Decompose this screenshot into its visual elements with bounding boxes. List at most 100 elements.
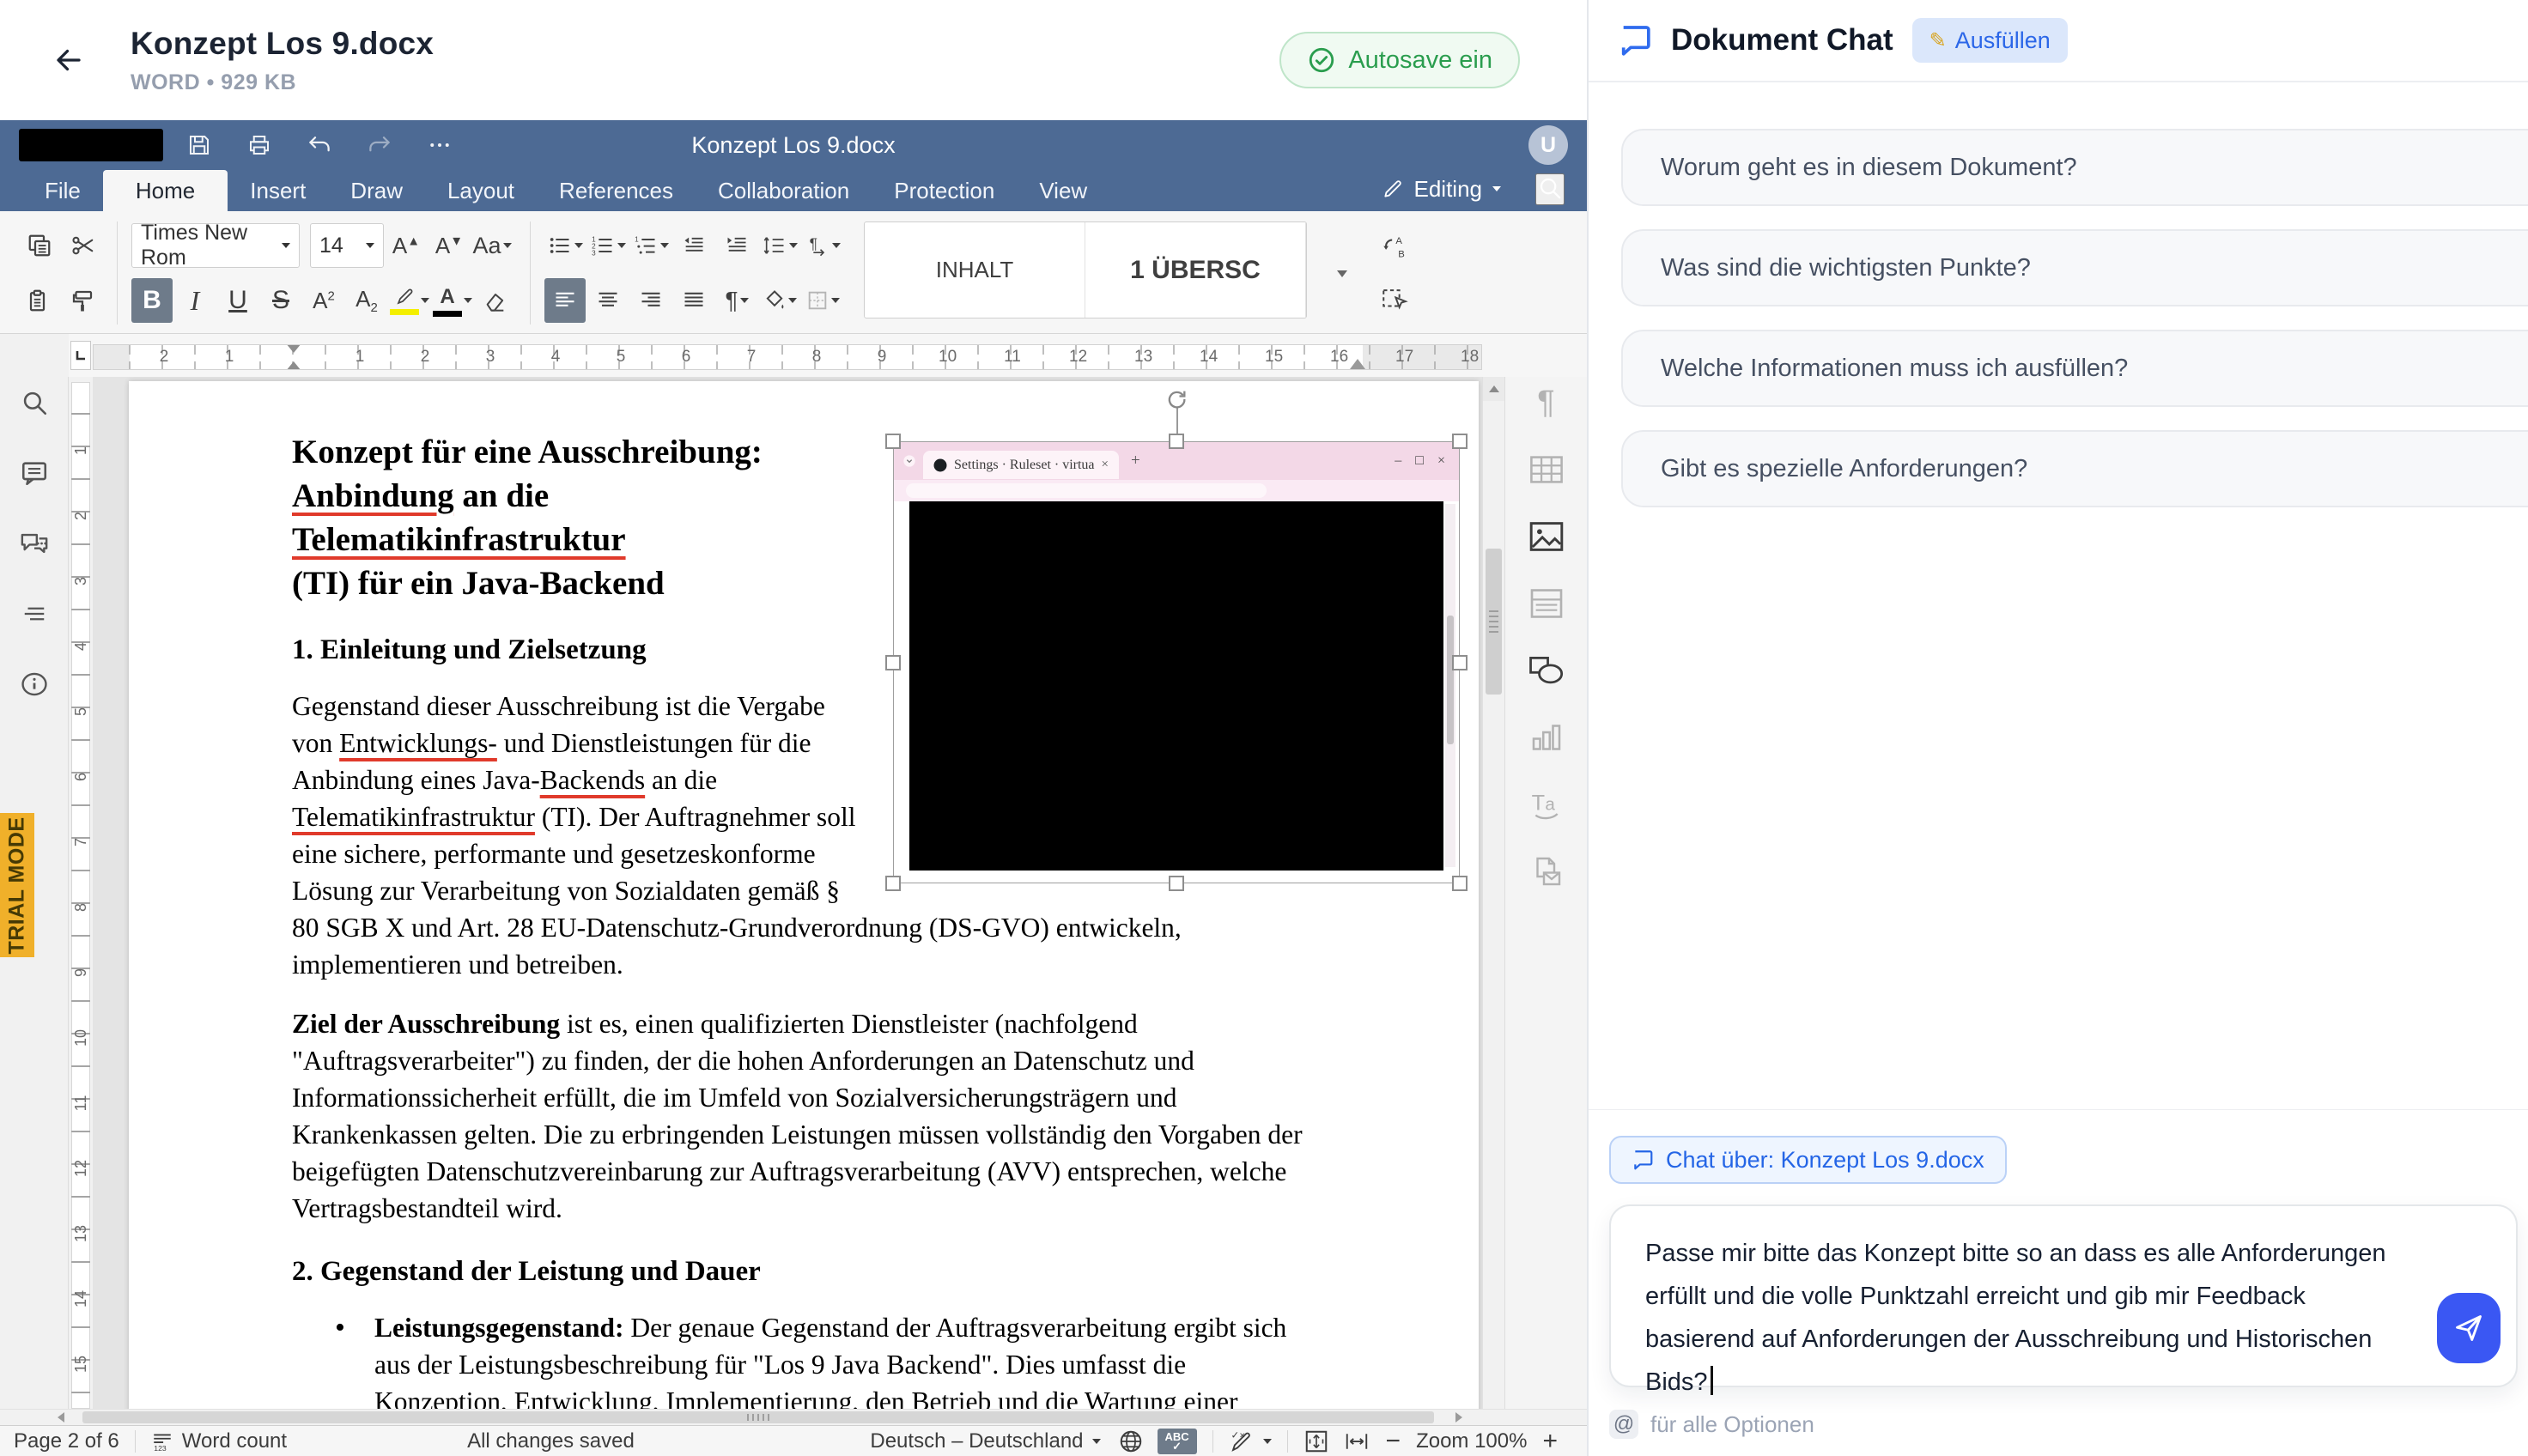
editing-mode-button[interactable]: Editing (1382, 176, 1501, 203)
suggestion-bubble[interactable]: Welche Informationen muss ich ausfüllen? (1621, 330, 2528, 407)
back-button[interactable] (45, 36, 93, 84)
numbered-list-button[interactable]: 123 (587, 223, 629, 268)
document-page[interactable]: Settings · Ruleset · virtua × + – □ × Ko… (129, 381, 1479, 1409)
superscript-button[interactable]: A2 (303, 278, 344, 323)
paragraph-settings-button[interactable]: ¶ (1527, 385, 1566, 421)
scroll-right-button[interactable] (1448, 1410, 1470, 1425)
change-case-button[interactable]: Aa (471, 223, 513, 268)
resize-handle-e[interactable] (1452, 654, 1468, 670)
word-count-button[interactable]: 123 Word count (151, 1429, 287, 1453)
redo-button[interactable] (356, 126, 404, 164)
font-name-select[interactable]: Times New Rom (131, 221, 300, 270)
language-select[interactable]: Deutsch – Deutschland (870, 1429, 1101, 1453)
resize-handle-w[interactable] (885, 654, 901, 670)
subscript-button[interactable]: A2 (346, 278, 387, 323)
image-settings-button[interactable] (1527, 519, 1566, 554)
mail-merge-settings-button[interactable] (1527, 854, 1566, 889)
highlight-color-button[interactable] (389, 278, 430, 323)
search-button[interactable] (1535, 173, 1565, 205)
decrease-font-button[interactable]: A▼ (428, 223, 470, 268)
resize-handle-s[interactable] (1169, 876, 1184, 891)
send-button[interactable] (2437, 1293, 2501, 1363)
styles-gallery-expand[interactable] (1316, 218, 1369, 328)
format-painter-button[interactable] (62, 278, 103, 323)
resize-handle-se[interactable] (1452, 876, 1468, 891)
find-button[interactable] (15, 385, 54, 420)
resize-handle-ne[interactable] (1452, 434, 1468, 449)
suggestion-bubble[interactable]: Was sind die wichtigsten Punkte? (1621, 229, 2528, 306)
justify-button[interactable] (673, 278, 714, 323)
copy-button[interactable] (19, 223, 60, 268)
menu-tab[interactable]: Collaboration (696, 170, 872, 211)
track-changes-button[interactable]: ✓ × (1229, 1429, 1272, 1454)
horizontal-ruler[interactable]: 2 1 1 2 3 4 5 6 7 8 9 10 11 12 13 14 15 16 17 18 (93, 344, 1482, 370)
decrease-indent-button[interactable] (673, 223, 714, 268)
increase-font-button[interactable]: A▲ (386, 223, 427, 268)
set-language-button[interactable] (1118, 1429, 1144, 1454)
autosave-badge[interactable]: Autosave ein (1279, 32, 1520, 88)
borders-button[interactable] (802, 278, 843, 323)
vertical-ruler[interactable]: 1 2 3 4 5 6 7 8 9 10 11 12 13 14 15 (69, 377, 93, 1409)
scroll-left-button[interactable] (50, 1410, 72, 1425)
about-button[interactable] (15, 667, 54, 701)
fill-document-button[interactable]: ✎ Ausfüllen (1911, 18, 2068, 63)
align-center-button[interactable] (587, 278, 629, 323)
resize-handle-nw[interactable] (885, 434, 901, 449)
save-button[interactable] (175, 126, 223, 164)
line-spacing-button[interactable] (759, 223, 800, 268)
comments-button[interactable] (15, 456, 54, 490)
tab-stop-selector[interactable] (69, 334, 93, 377)
menu-tab[interactable]: Layout (425, 170, 537, 211)
print-button[interactable] (235, 126, 283, 164)
embedded-screenshot[interactable]: Settings · Ruleset · virtua × + – □ × (885, 391, 1468, 891)
bold-button[interactable]: B (131, 278, 173, 323)
chat-input[interactable]: Passe mir bitte das Konzept bitte so an … (1645, 1232, 2413, 1404)
underline-button[interactable]: U (217, 278, 258, 323)
user-avatar[interactable]: U (1528, 125, 1568, 165)
strikethrough-button[interactable]: S (260, 278, 301, 323)
style-preset[interactable]: 1 ÜBERSC (1085, 222, 1306, 318)
suggestion-bubble[interactable]: Worum geht es in diesem Dokument? (1621, 129, 2528, 206)
align-right-button[interactable] (630, 278, 672, 323)
fit-page-button[interactable] (1304, 1429, 1329, 1454)
text-art-settings-button[interactable]: Ta (1527, 787, 1566, 822)
replace-button[interactable]: AB (1374, 225, 1415, 270)
shading-button[interactable] (759, 278, 800, 323)
navigation-headings-button[interactable] (15, 597, 54, 631)
zoom-out-button[interactable]: − (1386, 1427, 1401, 1456)
shape-settings-button[interactable] (1527, 653, 1566, 688)
font-color-button[interactable]: A (432, 278, 473, 323)
clear-style-button[interactable] (475, 278, 516, 323)
chat-button[interactable] (15, 526, 54, 561)
menu-tab[interactable]: Home (102, 170, 228, 211)
chat-context-chip[interactable]: Chat über: Konzept Los 9.docx (1609, 1136, 2007, 1184)
italic-button[interactable]: I (174, 278, 216, 323)
scroll-up-button[interactable] (1483, 377, 1504, 401)
font-size-select[interactable]: 14 (310, 223, 384, 268)
undo-button[interactable] (295, 126, 343, 164)
menu-tab[interactable]: References (537, 170, 696, 211)
more-options-button[interactable] (416, 126, 464, 164)
suggestion-bubble[interactable]: Gibt es spezielle Anforderungen? (1621, 430, 2528, 507)
menu-tab[interactable]: Draw (328, 170, 425, 211)
menu-tab[interactable]: File (22, 170, 103, 211)
menu-tab[interactable]: Insert (228, 170, 328, 211)
align-left-button[interactable] (544, 278, 586, 323)
right-indent-marker[interactable] (1350, 351, 1365, 369)
table-settings-button[interactable] (1527, 452, 1566, 487)
page-indicator[interactable]: Page 2 of 6 (14, 1429, 119, 1453)
multilevel-list-button[interactable]: 1 (630, 223, 672, 268)
select-tool-button[interactable] (1374, 276, 1415, 321)
resize-handle-sw[interactable] (885, 876, 901, 891)
bullet-list-button[interactable] (544, 223, 586, 268)
zoom-in-button[interactable]: + (1542, 1427, 1558, 1456)
spellcheck-button[interactable]: ABC ✓ (1157, 1428, 1197, 1454)
increase-indent-button[interactable] (716, 223, 757, 268)
cut-button[interactable] (62, 223, 103, 268)
style-preset[interactable]: INHALT (865, 222, 1085, 318)
horizontal-scrollbar[interactable] (0, 1409, 1587, 1425)
rotate-handle[interactable] (1164, 387, 1188, 411)
fit-width-button[interactable] (1343, 1429, 1370, 1454)
horizontal-scroll-thumb[interactable] (82, 1411, 1434, 1423)
show-marks-button[interactable]: ¶ (716, 278, 757, 323)
